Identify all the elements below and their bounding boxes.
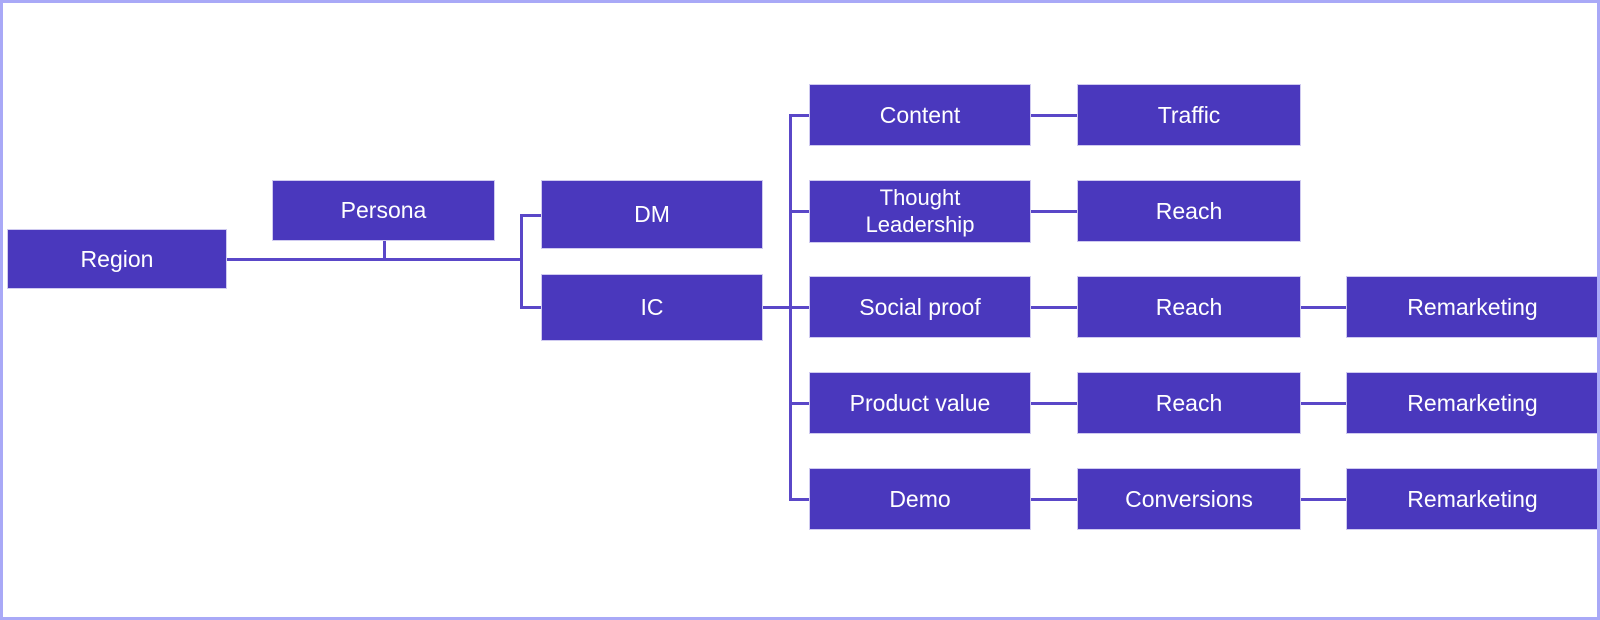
node-persona[interactable]: Persona — [272, 180, 495, 241]
node-demo[interactable]: Demo — [809, 468, 1031, 530]
connector-content-to-traffic — [1031, 114, 1077, 117]
node-remarketing-demo[interactable]: Remarketing — [1346, 468, 1597, 530]
connector-dmic-trunk — [520, 214, 523, 309]
connector-product-value-to-reach — [1031, 402, 1077, 405]
connector-thought-leadership-to-reach — [1031, 210, 1077, 213]
connector-trunk-to-product-value — [789, 402, 811, 405]
flowchart-canvas: Region Persona DM IC Content Thought Lea… — [0, 0, 1600, 620]
node-reach-product-value[interactable]: Reach — [1077, 372, 1301, 434]
node-product-value[interactable]: Product value — [809, 372, 1031, 434]
connector-social-proof-to-reach — [1031, 306, 1077, 309]
node-remarketing-product-value[interactable]: Remarketing — [1346, 372, 1597, 434]
node-content[interactable]: Content — [809, 84, 1031, 146]
node-reach-social-proof[interactable]: Reach — [1077, 276, 1301, 338]
connector-trunk-to-thought-leadership — [789, 210, 811, 213]
node-dm[interactable]: DM — [541, 180, 763, 249]
node-reach-thought-leadership[interactable]: Reach — [1077, 180, 1301, 242]
node-social-proof[interactable]: Social proof — [809, 276, 1031, 338]
connector-persona-stub — [383, 241, 386, 260]
connector-region-to-branch — [227, 258, 523, 261]
node-traffic[interactable]: Traffic — [1077, 84, 1301, 146]
node-conversions[interactable]: Conversions — [1077, 468, 1301, 530]
connector-reach-to-remarketing-social-proof — [1300, 306, 1346, 309]
node-ic[interactable]: IC — [541, 274, 763, 341]
node-region[interactable]: Region — [7, 229, 227, 289]
node-remarketing-social-proof[interactable]: Remarketing — [1346, 276, 1597, 338]
node-thought-leadership[interactable]: Thought Leadership — [809, 180, 1031, 243]
connector-reach-to-remarketing-product-value — [1300, 402, 1346, 405]
connector-trunk-to-content — [789, 114, 811, 117]
connector-demo-to-conversions — [1031, 498, 1077, 501]
connector-trunk-to-demo — [789, 498, 811, 501]
connector-trunk-to-social-proof — [789, 306, 811, 309]
connector-conversions-to-remarketing-demo — [1300, 498, 1346, 501]
